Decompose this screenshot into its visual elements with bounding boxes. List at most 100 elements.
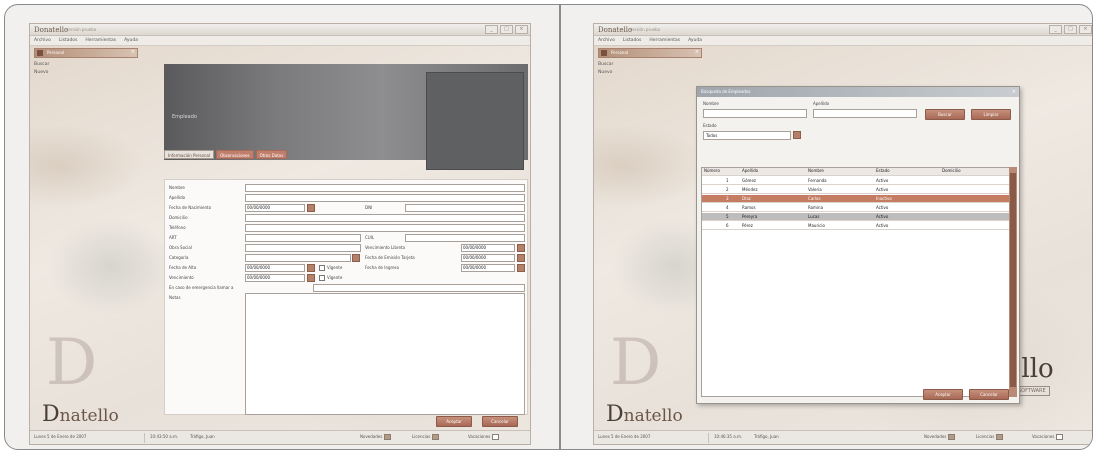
categoria-select[interactable] xyxy=(245,254,351,262)
novedades-icon xyxy=(948,434,956,440)
col-apellido[interactable]: Apellido xyxy=(742,168,758,173)
fecha-alta-checkbox[interactable] xyxy=(319,265,325,271)
domicilio-input[interactable] xyxy=(245,214,525,222)
vacaciones-indicator[interactable]: Vacaciones xyxy=(468,434,500,440)
emergencia-input[interactable] xyxy=(313,284,525,292)
minimize-icon[interactable]: _ xyxy=(485,25,498,34)
sidebar-header-label: Personal xyxy=(611,50,629,55)
label-nombre: Nombre xyxy=(169,185,185,190)
sidebar-close-icon[interactable]: × xyxy=(131,49,135,55)
notas-textarea[interactable] xyxy=(245,293,525,415)
apellido-input[interactable] xyxy=(245,194,525,202)
sidebar-item-buscar[interactable]: Buscar xyxy=(34,62,49,67)
label-vencimiento-libreta: Vencimiento Libreta xyxy=(365,245,405,250)
sidebar-item-nuevo[interactable]: Nuevo xyxy=(34,70,48,75)
table-row[interactable]: 5 Pereyra Lucas Activo xyxy=(702,213,1014,221)
hero-text: Empleado xyxy=(172,114,197,120)
menu-ayuda[interactable]: Ayuda xyxy=(688,38,702,43)
row-apellido: Méndez xyxy=(742,187,758,192)
label-fecha-alta: Fecha de Alta xyxy=(169,265,197,270)
cancelar-button[interactable]: Cancelar xyxy=(482,416,518,427)
table-row[interactable]: 2 Méndez Valeria Activo xyxy=(702,186,1014,194)
maximize-icon[interactable]: □ xyxy=(1064,25,1077,34)
label-fecha-ingreso: Fecha de Ingreso xyxy=(365,265,400,270)
table-row[interactable]: 6 Pérez Mauricio Activo xyxy=(702,222,1014,230)
calendar-icon[interactable] xyxy=(517,254,525,262)
art-input[interactable] xyxy=(245,234,361,242)
label-fecha-nacimiento: Fecha de Nacimiento xyxy=(169,205,212,210)
novedades-indicator[interactable]: Novedades xyxy=(924,434,956,440)
logo-initial: D xyxy=(42,402,60,427)
calendar-icon[interactable] xyxy=(517,264,525,272)
col-nombre[interactable]: Nombre xyxy=(808,168,824,173)
dialog-close-icon[interactable]: × xyxy=(1012,87,1016,97)
maximize-icon[interactable]: □ xyxy=(500,25,513,34)
calendar-icon[interactable] xyxy=(307,204,315,212)
app-logo: Dnatello xyxy=(42,402,119,427)
vacaciones-label: Vacaciones xyxy=(1032,434,1055,439)
calendar-icon[interactable] xyxy=(307,264,315,272)
limpiar-button[interactable]: Limpiar xyxy=(971,109,1011,120)
col-numero[interactable]: Número xyxy=(704,168,720,173)
menu-herramientas[interactable]: Herramientas xyxy=(85,38,116,43)
novedades-indicator[interactable]: Novedades xyxy=(360,434,392,440)
tab-observaciones[interactable]: Observaciones xyxy=(216,150,254,159)
minimize-icon[interactable]: _ xyxy=(1049,25,1062,34)
search-nombre-input[interactable] xyxy=(703,109,807,118)
employee-form: Nombre Apellido Fecha de Nacimiento 00/0… xyxy=(164,179,528,415)
row-nombre: Romina xyxy=(808,205,824,210)
label-fecha-emision-tarjeta: Fecha de Emisión Tarjeta xyxy=(365,255,415,260)
sidebar-item-buscar[interactable]: Buscar xyxy=(598,62,613,67)
label-nombre: Nombre xyxy=(703,101,719,106)
sidebar-item-nuevo[interactable]: Nuevo xyxy=(598,70,612,75)
fecha-emision-tarjeta-value: 00/00/0000 xyxy=(463,255,487,260)
obra-social-input[interactable] xyxy=(245,244,361,252)
menu-archivo[interactable]: Archivo xyxy=(598,38,615,43)
sidebar-header[interactable]: Personal × xyxy=(598,48,702,58)
aceptar-button[interactable]: Aceptar xyxy=(436,416,472,427)
menu-listados[interactable]: Listados xyxy=(59,38,78,43)
status-date: Lunes 5 de Enero de 2007 xyxy=(34,434,87,439)
search-apellido-input[interactable] xyxy=(813,109,917,118)
table-scrollbar[interactable] xyxy=(1009,167,1017,397)
calendar-icon[interactable] xyxy=(517,244,525,252)
close-icon[interactable]: × xyxy=(1079,25,1092,34)
aceptar-button[interactable]: Aceptar xyxy=(923,389,963,400)
label-telefono: Teléfono xyxy=(169,225,186,230)
table-row[interactable]: 4 Ramos Romina Activo xyxy=(702,204,1014,212)
vencimiento-checkbox[interactable] xyxy=(319,275,325,281)
buscar-button[interactable]: Buscar xyxy=(925,109,965,120)
status-time: 10:46:35 a.m. xyxy=(714,434,743,439)
tab-otros-datos[interactable]: Otros Datos xyxy=(255,150,288,159)
scrollbar-thumb[interactable] xyxy=(1010,173,1016,387)
app-logo: Dnatello xyxy=(606,402,683,427)
table-row[interactable]: 1 Gómez Fernanda Activo xyxy=(702,177,1014,185)
close-icon[interactable]: × xyxy=(515,25,528,34)
nombre-input[interactable] xyxy=(245,184,525,192)
tab-informacion-personal[interactable]: Información Personal xyxy=(164,150,215,159)
table-row-selected[interactable]: 3 Díaz Carlos Inactivo xyxy=(702,195,1014,203)
employee-photo[interactable] xyxy=(426,72,524,170)
chevron-down-icon[interactable] xyxy=(352,254,360,262)
menu-ayuda[interactable]: Ayuda xyxy=(124,38,138,43)
cancelar-button[interactable]: Cancelar xyxy=(969,389,1009,400)
dni-input[interactable] xyxy=(405,204,525,212)
menu-archivo[interactable]: Archivo xyxy=(34,38,51,43)
calendar-icon[interactable] xyxy=(307,274,315,282)
vacaciones-indicator[interactable]: Vacaciones xyxy=(1032,434,1064,440)
sidebar-close-icon[interactable]: × xyxy=(695,49,699,55)
licencias-indicator[interactable]: Licencias xyxy=(412,434,440,440)
novedades-label: Novedades xyxy=(924,434,947,439)
menu-herramientas[interactable]: Herramientas xyxy=(649,38,680,43)
menu-listados[interactable]: Listados xyxy=(623,38,642,43)
sidebar-header[interactable]: Personal × xyxy=(34,48,138,58)
licencias-indicator[interactable]: Licencias xyxy=(976,434,1004,440)
status-time: 10:43:50 a.m. xyxy=(150,434,179,439)
chevron-down-icon[interactable] xyxy=(793,131,801,139)
row-estado: Activo xyxy=(876,187,889,192)
cuil-input[interactable] xyxy=(405,234,525,242)
col-domicilio[interactable]: Domicilio xyxy=(942,168,961,173)
fecha-ingreso-value: 00/00/0000 xyxy=(463,265,487,270)
telefono-input[interactable] xyxy=(245,224,525,232)
col-estado[interactable]: Estado xyxy=(876,168,890,173)
